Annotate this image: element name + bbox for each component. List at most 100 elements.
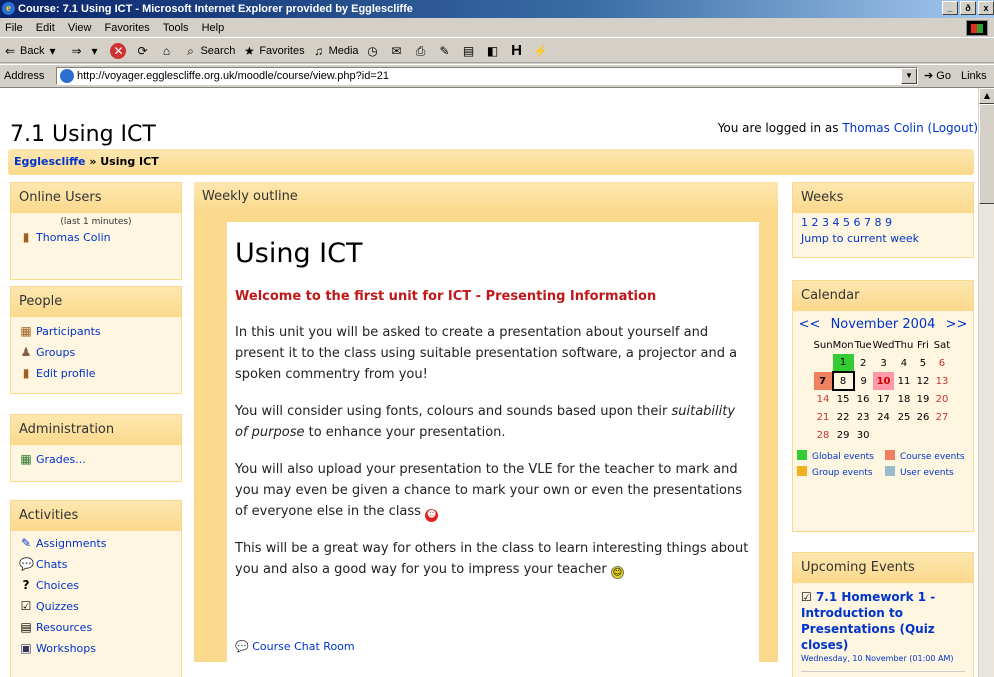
calendar-month-nav: << November 2004 >> <box>797 317 969 332</box>
weekday-header: Sat <box>933 339 951 351</box>
upcoming-event-link[interactable]: ☑ 7.1 Homework 1 - Introduction to Prese… <box>801 589 965 653</box>
menu-favorites[interactable]: Favorites <box>105 22 150 34</box>
login-prefix: You are logged in as <box>717 121 839 135</box>
breadcrumb-site-link[interactable]: Egglescliffe <box>14 155 85 168</box>
user-link[interactable]: Thomas Colin <box>842 121 923 135</box>
menu-tools[interactable]: Tools <box>163 22 189 34</box>
course-chat-room-link[interactable]: 💬 Course Chat Room <box>235 640 355 653</box>
h-button[interactable]: H <box>509 42 527 59</box>
wand-icon: ⚡ <box>533 43 549 58</box>
jump-to-current-week-link[interactable]: Jump to current week <box>801 231 965 247</box>
weekday-header: Sun <box>813 339 833 351</box>
calendar-day: 6 <box>938 357 946 369</box>
wand-button[interactable]: ⚡ <box>533 43 551 59</box>
refresh-icon: ⟳ <box>137 43 148 58</box>
chats-link[interactable]: 💬 Chats <box>19 554 173 575</box>
discuss-button[interactable]: ▤ <box>461 43 479 59</box>
search-label: Search <box>200 44 236 57</box>
media-label: Media <box>328 44 359 57</box>
workshops-label: Workshops <box>36 642 97 655</box>
close-button[interactable]: x <box>978 1 994 15</box>
address-input[interactable]: http://voyager.egglescliffe.org.uk/moodl… <box>56 67 918 85</box>
grades-link[interactable]: ▦ Grades... <box>19 449 173 470</box>
grades-icon: ▦ <box>20 452 32 466</box>
summary-heading: Using ICT <box>235 238 363 269</box>
links-button[interactable]: Links <box>961 65 987 87</box>
online-user-item[interactable]: ▮ Thomas Colin <box>19 227 173 248</box>
resources-link[interactable]: ▤ Resources <box>19 617 173 638</box>
paragraph-2-end: to enhance your presentation. <box>308 425 506 440</box>
chat-room-label: Course Chat Room <box>252 640 355 653</box>
forward-button[interactable]: ⇒ ▾ <box>68 43 104 59</box>
participants-link[interactable]: ▦ Participants <box>19 321 173 342</box>
calendar-day[interactable]: 10 <box>872 372 895 390</box>
week-numbers-links[interactable]: 1 2 3 4 5 6 7 8 9 <box>801 215 965 231</box>
address-label: Address <box>4 70 45 82</box>
calendar-month-label[interactable]: November 2004 <box>831 317 936 332</box>
quizzes-link[interactable]: ☑ Quizzes <box>19 596 173 617</box>
menu-file[interactable]: File <box>5 22 23 34</box>
calendar-next-link[interactable]: >> <box>946 317 968 332</box>
edit-profile-link[interactable]: ▮ Edit profile <box>19 363 173 384</box>
calendar-prev-link[interactable]: << <box>799 317 821 332</box>
legend-user-events[interactable]: User events <box>885 466 969 478</box>
calendar-day[interactable]: 1 <box>832 354 854 372</box>
scroll-up-button[interactable]: ▲ <box>979 88 994 104</box>
legend-user-label: User events <box>900 468 954 478</box>
calendar-day: 29 <box>836 429 850 441</box>
menu-bar: File Edit View Favorites Tools Help <box>0 18 994 38</box>
document-icon: ▤ <box>20 620 32 634</box>
paragraph-4: This will be a great way for others in t… <box>235 538 751 580</box>
choices-link[interactable]: ? Choices <box>19 575 173 596</box>
legend-course-events[interactable]: Course events <box>885 450 969 462</box>
quizzes-label: Quizzes <box>36 600 79 613</box>
calendar-week-row: 12 3 456 <box>814 354 952 372</box>
refresh-button[interactable]: ⟳ <box>134 43 152 59</box>
back-button[interactable]: ⇐ Back ▾ <box>2 39 62 63</box>
logout-link[interactable]: (Logout) <box>928 121 978 135</box>
menu-view[interactable]: View <box>68 22 92 34</box>
address-dropdown-button[interactable]: ▼ <box>901 68 917 84</box>
history-button[interactable]: ◷ <box>365 43 383 59</box>
assignments-link[interactable]: ✎ Assignments <box>19 533 173 554</box>
legend-global-events[interactable]: Global events <box>797 450 881 462</box>
menu-edit[interactable]: Edit <box>36 22 55 34</box>
chat-bubble-icon: 💬 <box>235 640 249 653</box>
login-info: You are logged in as Thomas Colin (Logou… <box>718 121 978 135</box>
vertical-scrollbar[interactable]: ▲ <box>978 88 994 677</box>
back-label: Back <box>20 44 45 57</box>
go-button[interactable]: ➔ Go <box>924 65 951 87</box>
home-button[interactable]: ⌂ <box>158 43 176 59</box>
messenger-button[interactable]: ◧ <box>485 43 503 59</box>
print-icon: ⎙ <box>415 43 426 58</box>
calendar-day: 22 <box>836 411 850 423</box>
paragraph-4-text: This will be a great way for others in t… <box>235 541 749 577</box>
upcoming-events-title: Upcoming Events <box>793 553 973 583</box>
stop-button[interactable]: ✕ <box>110 42 128 59</box>
maximize-button[interactable]: ð <box>960 1 976 15</box>
weeks-title: Weeks <box>793 183 973 213</box>
minimize-button[interactable]: _ <box>942 1 958 15</box>
favorites-button[interactable]: ★ Favorites <box>241 39 305 63</box>
legend-group-events[interactable]: Group events <box>797 466 881 478</box>
calendar-day[interactable]: 7 <box>813 372 833 390</box>
calendar-day <box>932 426 951 444</box>
mail-button[interactable]: ✉ <box>389 43 407 59</box>
stop-icon: ✕ <box>110 42 127 59</box>
workshops-link[interactable]: ▣ Workshops <box>19 638 173 659</box>
calendar-weekday-row: Sun Mon Tue Wed Thu Fri Sat <box>814 336 952 354</box>
participants-label: Participants <box>36 325 101 338</box>
scroll-thumb[interactable] <box>979 104 994 204</box>
edit-button[interactable]: ✎ <box>437 43 455 59</box>
window-controls: _ ð x <box>940 1 994 17</box>
search-button[interactable]: ⌕ Search <box>182 39 235 63</box>
menu-help[interactable]: Help <box>202 22 225 34</box>
calendar-block: Calendar << November 2004 >> Sun Mon Tue We… <box>792 280 974 532</box>
print-button[interactable]: ⎙ <box>413 43 431 59</box>
choices-label: Choices <box>36 579 79 592</box>
messenger-icon: ◧ <box>486 43 499 58</box>
legend-group-label: Group events <box>812 468 873 478</box>
calendar-day: 11 <box>897 375 911 387</box>
groups-link[interactable]: ♟ Groups <box>19 342 173 363</box>
media-button[interactable]: ♫ Media <box>311 39 359 63</box>
